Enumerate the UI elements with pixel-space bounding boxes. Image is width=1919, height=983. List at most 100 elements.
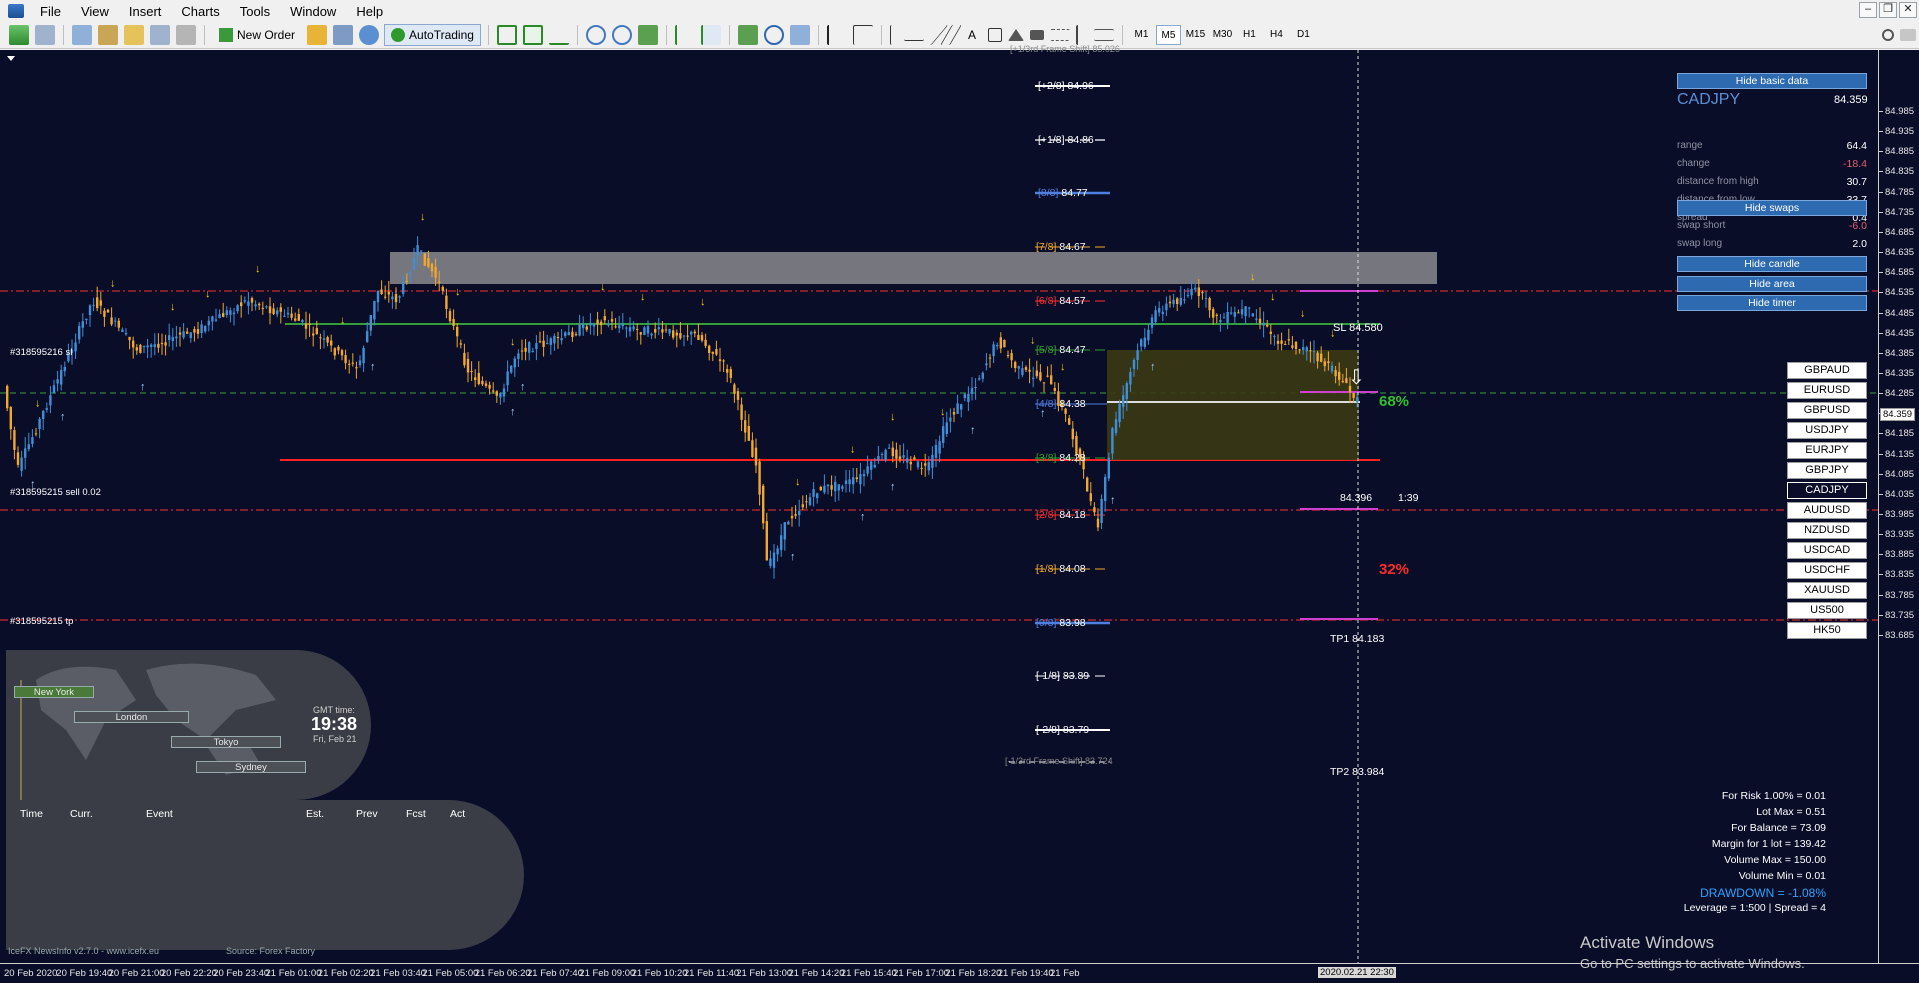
symbol-usdjpy[interactable]: USDJPY — [1787, 422, 1867, 439]
minimize-icon[interactable]: – — [1859, 2, 1877, 18]
symbol-gbpusd[interactable]: GBPUSD — [1787, 402, 1867, 419]
candle-body — [916, 461, 920, 468]
price-tick-mark — [1879, 231, 1883, 233]
arrow-shapes-icon[interactable] — [1007, 29, 1024, 41]
indicators-icon[interactable] — [737, 25, 758, 45]
candle-body — [945, 422, 948, 434]
metaeditor-icon[interactable] — [307, 25, 328, 45]
candle-body — [787, 521, 790, 525]
symbol-usdcad[interactable]: USDCAD — [1787, 542, 1867, 559]
symbol-nzdusd[interactable]: NZDUSD — [1787, 522, 1867, 539]
candle-body — [632, 326, 635, 330]
symbol-us500[interactable]: US500 — [1787, 602, 1867, 619]
price-tick: 84.735 — [1885, 206, 1915, 218]
close-icon[interactable]: ✕ — [1899, 2, 1917, 18]
data-window-icon[interactable] — [98, 25, 118, 45]
fibo-levels-icon[interactable] — [1093, 29, 1114, 41]
terminal-icon[interactable] — [150, 25, 170, 45]
navigator-icon[interactable] — [124, 25, 144, 45]
auto-trading-button[interactable]: AutoTrading — [384, 24, 481, 46]
hide-timer-button[interactable]: Hide timer — [1677, 295, 1867, 311]
strategy-tester-icon[interactable] — [176, 25, 196, 45]
candle-body — [1312, 351, 1316, 353]
menu-tools[interactable]: Tools — [230, 4, 280, 19]
symbol-eurusd[interactable]: EURUSD — [1787, 382, 1867, 399]
crosshair-icon[interactable] — [852, 25, 873, 45]
fractal-down-icon: ↓ — [850, 444, 856, 456]
new-order-button[interactable]: New Order — [212, 24, 302, 46]
news-source: Source: Forex Factory — [226, 946, 316, 956]
candlestick-icon[interactable] — [522, 25, 543, 45]
candle-body — [1046, 375, 1049, 377]
symbol-hk50[interactable]: HK50 — [1787, 622, 1867, 639]
symbol-xauusd[interactable]: XAUUSD — [1787, 582, 1867, 599]
options-icon[interactable] — [333, 25, 354, 45]
timeframe-m1[interactable]: M1 — [1129, 25, 1154, 45]
candle-body — [1334, 370, 1337, 377]
symbol-gbpaud[interactable]: GBPAUD — [1787, 362, 1867, 379]
candle-body — [888, 447, 891, 449]
candle-body — [394, 294, 398, 303]
timeframe-h1[interactable]: H1 — [1237, 25, 1262, 45]
menu-view[interactable]: View — [71, 4, 119, 19]
price-tick: 84.085 — [1885, 468, 1915, 480]
candle-body — [178, 332, 182, 335]
symbol-cadjpy[interactable]: CADJPY — [1787, 482, 1867, 499]
time-cursor-label: 2020.02.21 22:30 — [1318, 967, 1396, 978]
collapse-chevron-icon[interactable] — [7, 56, 15, 61]
vertical-line-icon[interactable] — [889, 25, 898, 45]
tile-windows-icon[interactable] — [637, 25, 658, 45]
candle-body — [315, 328, 318, 335]
menu-insert[interactable]: Insert — [119, 4, 172, 19]
candle-body — [164, 342, 167, 346]
periods-icon[interactable] — [763, 25, 784, 45]
candle-body — [837, 484, 840, 491]
candle-body — [733, 384, 736, 394]
zoom-out-icon[interactable] — [611, 25, 632, 45]
hide-candle-button[interactable]: Hide candle — [1677, 256, 1867, 272]
price-tick-mark — [1879, 292, 1883, 294]
cursor-icon[interactable] — [826, 25, 847, 45]
horizontal-line-icon[interactable] — [903, 30, 924, 41]
text-label-icon[interactable] — [987, 28, 1002, 42]
candle-body — [877, 456, 880, 461]
chat-icon[interactable] — [1900, 29, 1916, 41]
autoscroll-icon[interactable] — [700, 25, 721, 45]
candle-body — [1262, 322, 1265, 326]
menu-help[interactable]: Help — [346, 4, 393, 19]
price-axis[interactable]: 84.985 84.935 84.885 84.835 84.785 84.735 84.6… — [1878, 50, 1919, 963]
news-col-estimate: Est. — [306, 808, 325, 820]
timeframe-m15[interactable]: M15 — [1183, 25, 1208, 45]
timeframe-m30[interactable]: M30 — [1210, 25, 1235, 45]
rectangle-icon[interactable] — [1029, 30, 1044, 40]
menu-charts[interactable]: Charts — [171, 4, 229, 19]
hide-swaps-button[interactable]: Hide swaps — [1677, 200, 1867, 216]
bar-chart-icon[interactable] — [496, 25, 517, 45]
text-icon[interactable]: A — [962, 25, 982, 45]
zoom-in-icon[interactable] — [585, 25, 606, 45]
price-tick-mark — [1879, 131, 1883, 133]
signals-icon[interactable] — [359, 25, 380, 45]
market-watch-icon[interactable] — [72, 25, 92, 45]
symbol-usdchf[interactable]: USDCHF — [1787, 562, 1867, 579]
line-chart-icon[interactable] — [548, 25, 569, 45]
price-tick-mark — [1879, 352, 1883, 354]
search-icon[interactable] — [1882, 29, 1894, 41]
hide-area-button[interactable]: Hide area — [1677, 276, 1867, 292]
chart-shift-icon[interactable] — [674, 25, 695, 45]
timeframe-d1[interactable]: D1 — [1291, 25, 1316, 45]
symbol-audusd[interactable]: AUDUSD — [1787, 502, 1867, 519]
new-chart-icon[interactable] — [9, 25, 29, 45]
hide-basic-data-button[interactable]: Hide basic data — [1677, 73, 1867, 89]
timeframe-m5[interactable]: M5 — [1155, 25, 1181, 45]
symbol-eurjpy[interactable]: EURJPY — [1787, 442, 1867, 459]
arrows-dropdown-icon[interactable] — [1075, 25, 1088, 45]
timeframe-h4[interactable]: H4 — [1264, 25, 1289, 45]
templates-icon[interactable] — [789, 25, 810, 45]
menu-file[interactable]: File — [30, 4, 71, 19]
restore-icon[interactable]: ❐ — [1879, 2, 1897, 18]
fibo-fan-icon[interactable] — [1049, 29, 1070, 41]
menu-window[interactable]: Window — [280, 4, 346, 19]
profiles-icon[interactable] — [35, 25, 55, 45]
symbol-gbpjpy[interactable]: GBPJPY — [1787, 462, 1867, 479]
